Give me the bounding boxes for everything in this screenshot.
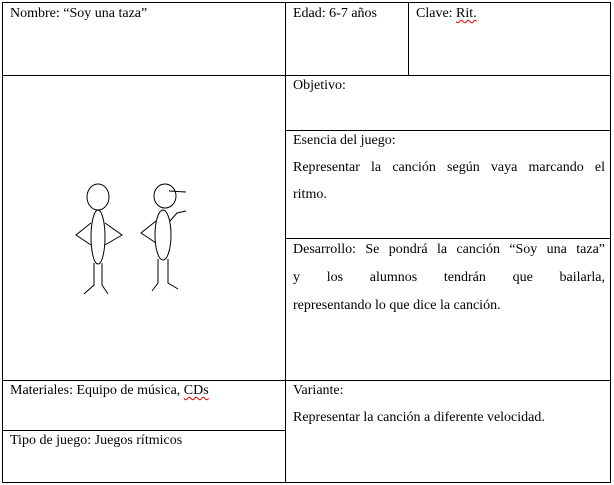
clave-value: Rit. xyxy=(456,6,477,21)
edad-value: 6-7 años xyxy=(329,6,377,21)
esencia-text-line2: ritmo. xyxy=(293,187,327,202)
nombre-field: Nombre: “Soy una taza” xyxy=(10,5,147,23)
figure2-left-leg xyxy=(151,259,159,292)
figure1-left-leg xyxy=(83,263,95,295)
table-border-bottom xyxy=(2,482,611,483)
edad-label: Edad: xyxy=(293,6,326,21)
clave-field: Clave: Rit. xyxy=(416,5,477,23)
objetivo-label: Objetivo: xyxy=(293,78,346,93)
figure2-cap xyxy=(168,190,187,193)
materiales-field: Materiales: Equipo de música, CDs xyxy=(10,382,209,400)
figure2-left-arm xyxy=(140,220,157,244)
desarrollo-line1: Desarrollo: Se pondrá la canción “Soy un… xyxy=(293,242,605,257)
esencia-text-line1: Representar la canción según vaya marcan… xyxy=(293,160,605,175)
figure2-right-arm xyxy=(169,210,187,222)
figure1-right-leg xyxy=(101,263,109,295)
stick-figures-illustration xyxy=(75,183,187,295)
row-divider-header xyxy=(2,75,611,76)
desarrollo-line2: y los alumnos tendrán que bailarla, xyxy=(293,270,605,285)
nombre-label: Nombre: xyxy=(10,6,60,21)
nombre-value: “Soy una taza” xyxy=(63,6,148,21)
row-divider-objetivo xyxy=(285,130,611,131)
row-divider-desarrollo xyxy=(2,380,611,381)
tipo-juego-field: Tipo de juego: Juegos rítmicos xyxy=(10,433,183,448)
clave-label: Clave: xyxy=(416,6,453,21)
table-border-top xyxy=(2,2,611,3)
materiales-label: Materiales: Equipo de música, xyxy=(10,383,181,398)
figure1-left-arm xyxy=(75,222,92,246)
edad-field: Edad: 6-7 años xyxy=(293,5,377,23)
esencia-label: Esencia del juego: xyxy=(293,133,396,148)
variante-text: Representar la canción a diferente veloc… xyxy=(293,410,545,425)
materiales-value: CDs xyxy=(183,383,209,398)
row-divider-esencia xyxy=(285,238,611,239)
row-divider-materiales xyxy=(2,430,286,431)
figure2-head xyxy=(153,183,177,209)
figure1-body xyxy=(90,209,106,265)
figure1-head xyxy=(86,183,110,211)
desarrollo-line3: representando lo que dice la canción. xyxy=(293,298,501,313)
variante-label: Variante: xyxy=(293,383,344,398)
edad-clave-divider xyxy=(408,2,409,76)
figure1-right-arm xyxy=(104,222,123,246)
figure2-body xyxy=(154,209,172,261)
figure2-right-leg xyxy=(167,259,179,290)
